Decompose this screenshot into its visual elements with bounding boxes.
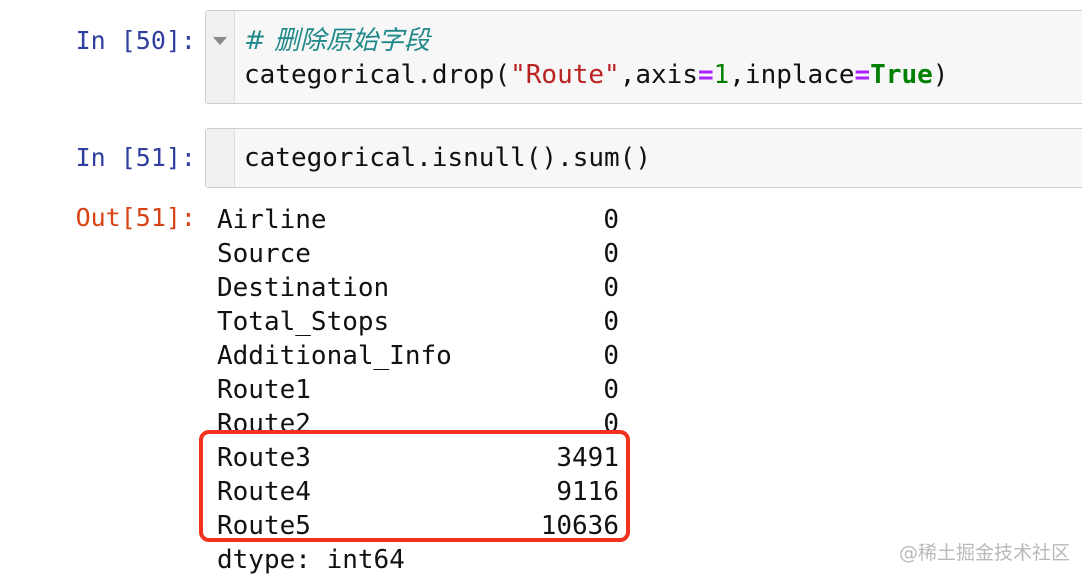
- cell-collapser[interactable]: [206, 129, 235, 187]
- code-token-equals: =: [854, 60, 871, 90]
- row-name: Additional_Info: [217, 341, 452, 371]
- output-prompt-51: Out[51]:: [75, 203, 196, 232]
- code-token-number: 1: [713, 60, 730, 90]
- cell-collapser[interactable]: [206, 11, 235, 103]
- row-value: 0: [603, 341, 619, 371]
- code-token-string: "Route": [510, 60, 620, 90]
- output-dtype: dtype: int64: [217, 545, 405, 575]
- code-token-close: ): [932, 60, 949, 90]
- collapse-caret-icon[interactable]: [213, 37, 227, 45]
- output-row: Airline 0: [217, 203, 619, 237]
- row-name: Total_Stops: [217, 307, 390, 337]
- code-cell-50[interactable]: # 删除原始字段 categorical.drop("Route",axis=1…: [205, 10, 1082, 104]
- row-value: 0: [603, 205, 619, 235]
- row-name: Route1: [217, 375, 311, 405]
- row-value: 0: [603, 239, 619, 269]
- output-row: Source 0: [217, 237, 619, 271]
- output-row: Destination 0: [217, 271, 619, 305]
- code-token-inplace: ,inplace: [729, 60, 855, 90]
- input-prompt-50: In [50]:: [75, 26, 196, 55]
- row-name: Source: [217, 239, 311, 269]
- code-token-axis: ,axis: [619, 60, 698, 90]
- watermark: @稀土掘金技术社区: [898, 542, 1070, 564]
- code-token-keyword: True: [870, 60, 933, 90]
- row-value: 0: [603, 375, 619, 405]
- output-row: Additional_Info 0: [217, 339, 619, 373]
- highlight-annotation-box: [199, 430, 630, 542]
- row-value: 0: [603, 273, 619, 303]
- code-token-equals: =: [697, 60, 714, 90]
- row-value: 0: [603, 307, 619, 337]
- code-line-drop: categorical.drop("Route",axis=1,inplace=…: [244, 58, 948, 92]
- code-token-call: categorical.drop(: [244, 60, 511, 90]
- row-name: Destination: [217, 273, 390, 303]
- code-cell-51[interactable]: categorical.isnull().sum(): [205, 128, 1082, 188]
- code-line-isnull: categorical.isnull().sum(): [244, 143, 651, 173]
- output-row: Route1 0: [217, 373, 619, 407]
- output-row: Total_Stops 0: [217, 305, 619, 339]
- code-comment: # 删除原始字段: [244, 26, 431, 56]
- input-prompt-51: In [51]:: [75, 143, 196, 172]
- row-name: Airline: [217, 205, 327, 235]
